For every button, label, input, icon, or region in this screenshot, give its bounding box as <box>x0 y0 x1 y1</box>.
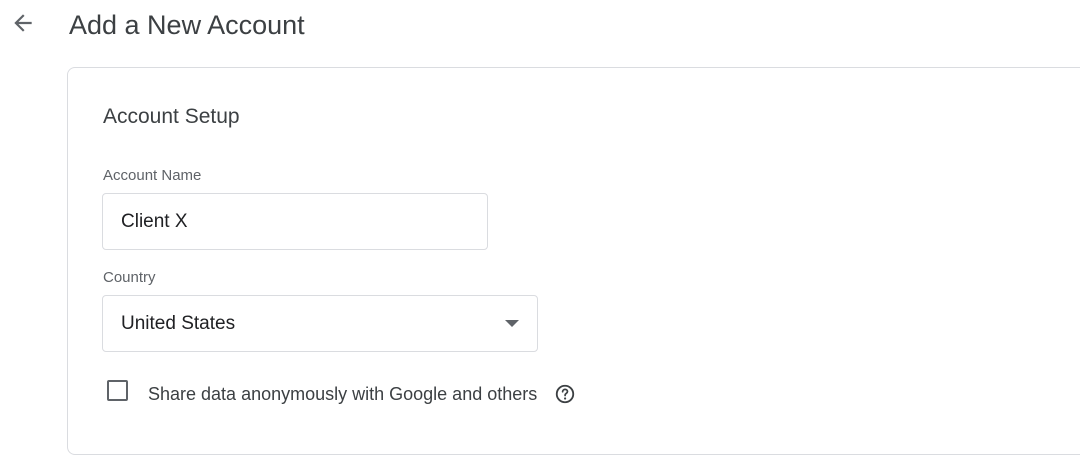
country-label: Country <box>103 269 156 286</box>
share-data-checkbox[interactable] <box>107 380 128 401</box>
account-name-label: Account Name <box>103 167 202 184</box>
account-name-input[interactable] <box>102 193 488 250</box>
help-circle-icon[interactable] <box>554 383 576 405</box>
page-title: Add a New Account <box>69 10 305 40</box>
page: Add a New Account Account Setup Account … <box>0 0 1080 466</box>
section-title: Account Setup <box>103 105 240 128</box>
arrow-back-icon <box>14 14 32 32</box>
share-data-label[interactable]: Share data anonymously with Google and o… <box>148 383 537 405</box>
back-button[interactable] <box>8 8 38 38</box>
dropdown-caret-icon <box>505 320 519 327</box>
country-select[interactable]: United States <box>102 295 538 352</box>
country-selected-value: United States <box>121 312 236 334</box>
